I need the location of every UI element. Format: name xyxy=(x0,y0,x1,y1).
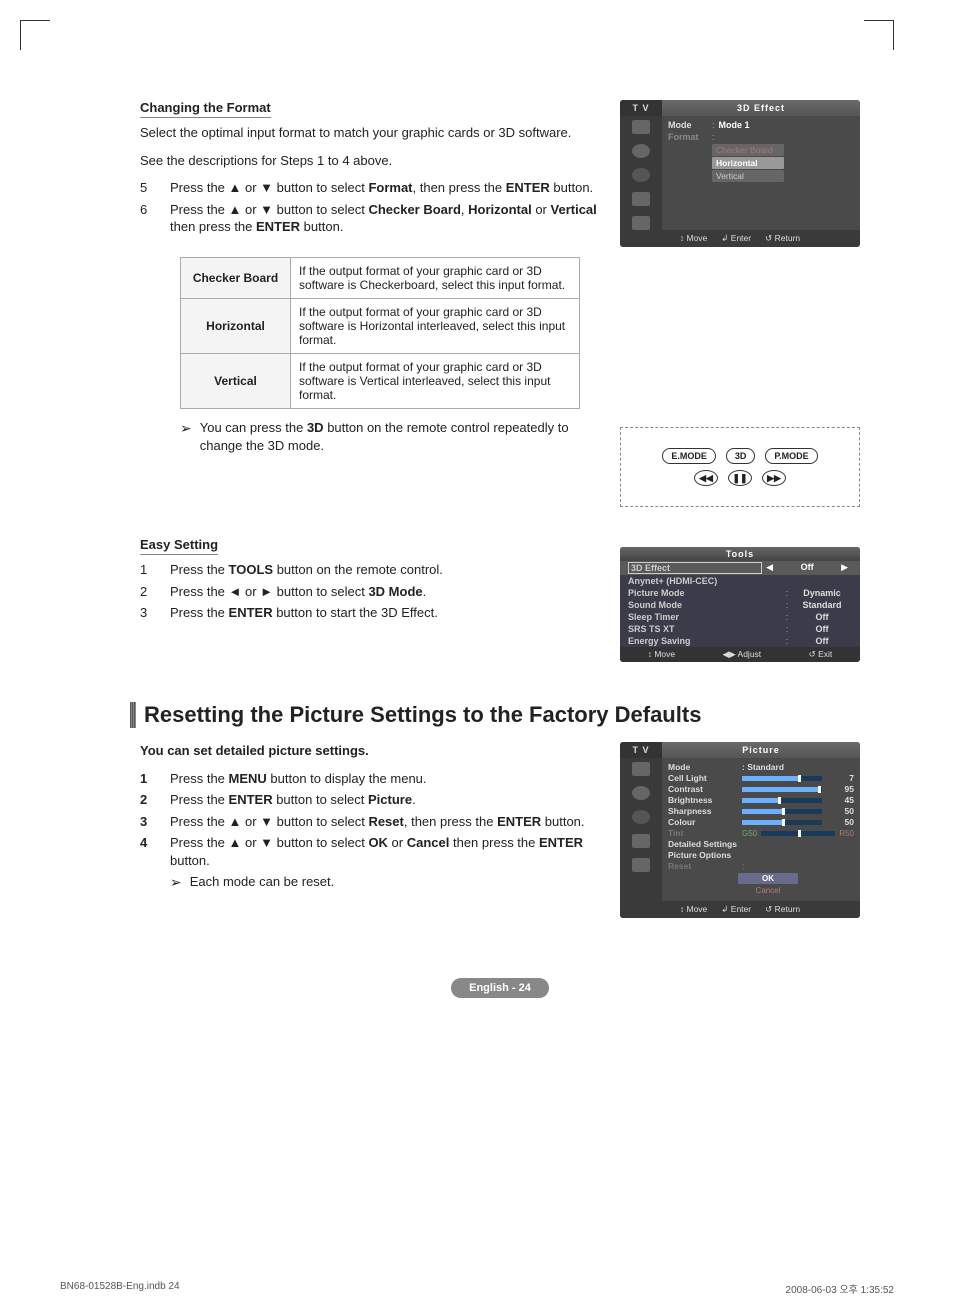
osd-tv-label: T V xyxy=(620,742,662,758)
tools-title: Tools xyxy=(620,547,860,561)
step-item: 4Press the ▲ or ▼ button to select OK or… xyxy=(140,834,600,869)
section-bar-icon xyxy=(130,702,136,728)
intro-text: You can set detailed picture settings. xyxy=(140,742,600,760)
osd-picture: T V Picture Mode: Standard xyxy=(620,742,860,918)
tools-row: Energy Saving:Off xyxy=(620,635,860,647)
page-number: English - 24 xyxy=(140,978,860,998)
step-item: 6 Press the ▲ or ▼ button to select Chec… xyxy=(140,201,600,236)
table-row: VerticalIf the output format of your gra… xyxy=(181,354,580,409)
remote-button-pmode: P.MODE xyxy=(765,448,817,464)
osd-3d-effect: T V 3D Effect Mode: Mode 1 xyxy=(620,100,860,247)
channel-icon xyxy=(632,810,650,824)
osd-option: Vertical xyxy=(712,170,784,182)
paragraph: Select the optimal input format to match… xyxy=(140,124,600,142)
slider-row: Contrast95 xyxy=(668,784,854,794)
osd-footer: ↕ Move ↲ Enter ↺ Return xyxy=(620,901,860,918)
page: Changing the Format Select the optimal i… xyxy=(0,0,954,1314)
osd-option-selected: Horizontal xyxy=(712,157,784,169)
crop-mark xyxy=(864,20,894,50)
tools-row: Sound Mode:Standard xyxy=(620,599,860,611)
slider-row: Brightness45 xyxy=(668,795,854,805)
heading-resetting: Resetting the Picture Settings to the Fa… xyxy=(144,702,701,728)
step-item: 2Press the ENTER button to select Pictur… xyxy=(140,791,600,809)
sound-icon xyxy=(632,144,650,158)
tint-row: TintG50R50 xyxy=(668,828,854,838)
osd-tools: Tools 3D Effect ◀ Off ▶ Anynet+ (HDMI-CE… xyxy=(620,547,860,662)
remote-button-3d: 3D xyxy=(726,448,756,464)
note: ➢ Each mode can be reset. xyxy=(170,873,600,892)
arrow-left-icon: ◀ xyxy=(762,562,777,574)
slider-row: Colour50 xyxy=(668,817,854,827)
tools-row-selected: 3D Effect ◀ Off ▶ xyxy=(620,561,860,575)
setup-icon xyxy=(632,834,650,848)
sound-icon xyxy=(632,786,650,800)
remote-button-rewind: ◀◀ xyxy=(694,470,718,486)
channel-icon xyxy=(632,168,650,182)
subheading-changing-format: Changing the Format xyxy=(140,100,271,118)
slider-row: Cell Light7 xyxy=(668,773,854,783)
section-heading: Resetting the Picture Settings to the Fa… xyxy=(130,702,860,728)
tools-row: Picture Mode:Dynamic xyxy=(620,587,860,599)
paragraph: See the descriptions for Steps 1 to 4 ab… xyxy=(140,152,600,170)
note-arrow-icon: ➢ xyxy=(180,419,192,454)
note-arrow-icon: ➢ xyxy=(170,873,182,892)
step-item: 3Press the ▲ or ▼ button to select Reset… xyxy=(140,813,600,831)
tools-row: Sleep Timer:Off xyxy=(620,611,860,623)
tools-row: SRS TS XT:Off xyxy=(620,623,860,635)
subheading-easy-setting: Easy Setting xyxy=(140,537,218,555)
step-item: 2Press the ◄ or ► button to select 3D Mo… xyxy=(140,583,600,601)
format-table: Checker BoardIf the output format of you… xyxy=(180,257,580,409)
osd-tv-label: T V xyxy=(620,100,662,116)
osd-footer: ↕ Move ↲ Enter ↺ Return xyxy=(620,230,860,247)
print-footer: BN68-01528B-Eng.indb 24 2008-06-03 오후 1:… xyxy=(60,1281,894,1296)
remote-button-emode: E.MODE xyxy=(662,448,716,464)
crop-mark xyxy=(20,20,50,50)
osd-title: Picture xyxy=(662,742,860,758)
step-item: 1Press the MENU button to display the me… xyxy=(140,770,600,788)
step-item: 5 Press the ▲ or ▼ button to select Form… xyxy=(140,179,600,197)
slider-row: Sharpness50 xyxy=(668,806,854,816)
picture-icon xyxy=(632,762,650,776)
reset-row: Reset: xyxy=(668,861,854,871)
picture-icon xyxy=(632,120,650,134)
input-icon xyxy=(632,216,650,230)
remote-button-forward: ▶▶ xyxy=(762,470,786,486)
remote-illustration: E.MODE 3D P.MODE ◀◀ ❚❚ ▶▶ xyxy=(620,427,860,507)
tools-footer: ↕ Move ◀▶ Adjust ↺ Exit xyxy=(620,647,860,662)
remote-button-pause: ❚❚ xyxy=(728,470,752,486)
setup-icon xyxy=(632,192,650,206)
note: ➢ You can press the 3D button on the rem… xyxy=(180,419,600,454)
step-item: 3Press the ENTER button to start the 3D … xyxy=(140,604,600,622)
menu-item: Picture Options xyxy=(668,850,854,860)
input-icon xyxy=(632,858,650,872)
cancel-button: Cancel xyxy=(738,885,798,896)
osd-option: Checker Board xyxy=(712,144,784,156)
osd-sidebar xyxy=(620,116,662,230)
step-item: 1Press the TOOLS button on the remote co… xyxy=(140,561,600,579)
osd-title: 3D Effect xyxy=(662,100,860,116)
menu-item: Detailed Settings xyxy=(668,839,854,849)
arrow-right-icon: ▶ xyxy=(837,562,852,574)
table-row: HorizontalIf the output format of your g… xyxy=(181,299,580,354)
tools-row: Anynet+ (HDMI-CEC) xyxy=(620,575,860,587)
content: Changing the Format Select the optimal i… xyxy=(140,100,860,998)
osd-sidebar xyxy=(620,758,662,901)
table-row: Checker BoardIf the output format of you… xyxy=(181,258,580,299)
ok-button: OK xyxy=(738,873,798,884)
reset-buttons: OKCancel xyxy=(738,873,854,896)
